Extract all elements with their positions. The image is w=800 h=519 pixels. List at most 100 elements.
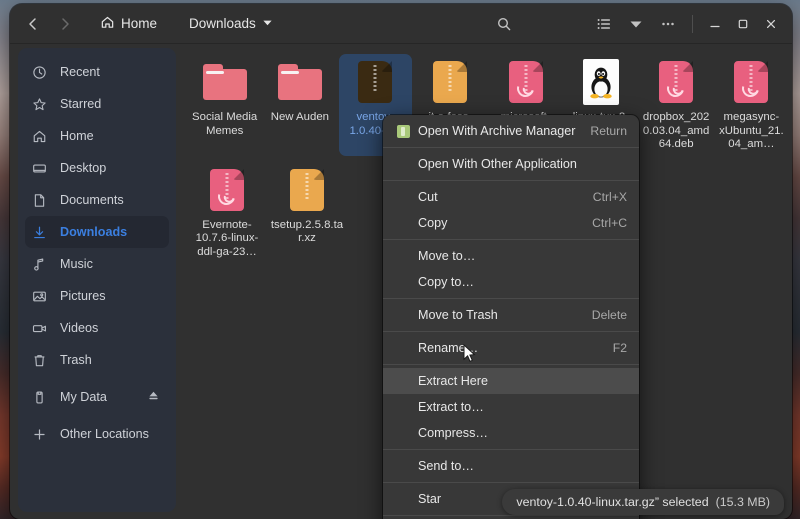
archive-icon [351, 58, 399, 106]
menu-item-label: Cut [418, 190, 438, 204]
menu-item-label: Open With Other Application [418, 157, 577, 171]
menu-item-label: Compress… [418, 426, 488, 440]
sidebar-item-trash[interactable]: Trash [25, 344, 169, 376]
ellipsis-menu-icon[interactable] [653, 10, 683, 38]
sidebar-label: My Data [60, 390, 107, 404]
menu-item-label: Open With Archive Manager [418, 124, 576, 138]
close-button[interactable] [758, 11, 784, 37]
menu-item-compress[interactable]: Compress… [383, 420, 639, 446]
sidebar-item-home[interactable]: Home [25, 120, 169, 152]
search-icon[interactable] [489, 10, 519, 38]
menu-separator [383, 298, 639, 299]
video-icon [32, 321, 54, 336]
document-icon [32, 193, 54, 208]
menu-item-move-to[interactable]: Move to… [383, 243, 639, 269]
breadcrumb-home[interactable]: Home [92, 10, 165, 38]
sidebar-item-other-locations[interactable]: Other Locations [25, 418, 169, 450]
status-bar: ventoy-1.0.40-linux.tar.gz” selected (15… [502, 489, 784, 515]
header-actions [589, 10, 792, 38]
menu-item-label: Extract to… [418, 400, 484, 414]
debian-package-icon [727, 58, 775, 106]
menu-item-copy-to[interactable]: Copy to… [383, 269, 639, 295]
sidebar-item-downloads[interactable]: Downloads [25, 216, 169, 248]
folder-icon [201, 58, 249, 106]
sidebar-label: Trash [60, 353, 92, 367]
desktop-icon [32, 161, 54, 176]
menu-separator [383, 482, 639, 483]
sidebar-label: Documents [60, 193, 124, 207]
menu-separator [383, 239, 639, 240]
sidebar-label: Starred [60, 97, 102, 111]
archive-icon [426, 58, 474, 106]
breadcrumb-current-label: Downloads [189, 16, 256, 31]
chevron-down-icon [262, 16, 273, 31]
forward-button[interactable] [50, 10, 80, 38]
sidebar-item-recent[interactable]: Recent [25, 56, 169, 88]
file-item-deb-package[interactable]: megasync-xUbuntu_21.04_am… [715, 54, 788, 156]
tux-image-icon [577, 58, 625, 106]
file-name: Social Media Memes [192, 111, 258, 137]
minimize-button[interactable] [702, 11, 728, 37]
download-icon [32, 225, 54, 240]
menu-item-extract-to[interactable]: Extract to… [383, 394, 639, 420]
maximize-button[interactable] [730, 11, 756, 37]
context-menu: Open With Archive Manager Return Open Wi… [383, 115, 639, 519]
image-icon [32, 289, 54, 304]
folder-icon [276, 58, 324, 106]
menu-item-label: Move to… [418, 249, 476, 263]
sidebar-item-starred[interactable]: Starred [25, 88, 169, 120]
sidebar-item-my-data[interactable]: My Data [25, 381, 169, 413]
file-name: megasync-xUbuntu_21.04_am… [719, 111, 784, 150]
back-button[interactable] [18, 10, 48, 38]
menu-separator [383, 331, 639, 332]
debian-package-icon [652, 58, 700, 106]
sidebar-label: Other Locations [60, 427, 149, 441]
list-view-icon[interactable] [589, 10, 619, 38]
sidebar-item-documents[interactable]: Documents [25, 184, 169, 216]
status-size-text: (15.3 MB) [715, 495, 770, 509]
menu-item-cut[interactable]: Cut Ctrl+X [383, 184, 639, 210]
sidebar-label: Recent [60, 65, 100, 79]
file-item-folder[interactable]: New Auden [263, 54, 336, 156]
home-icon [32, 129, 54, 144]
header-divider [692, 14, 693, 33]
trash-icon [32, 353, 54, 368]
music-icon [32, 257, 54, 272]
sidebar-item-pictures[interactable]: Pictures [25, 280, 169, 312]
file-item-archive[interactable]: tsetup.2.5.8.tar.xz [268, 162, 346, 264]
sidebar-label: Videos [60, 321, 99, 335]
drive-icon [32, 390, 54, 405]
menu-separator [383, 515, 639, 516]
menu-item-label: Copy to… [418, 275, 474, 289]
menu-item-accel: F2 [612, 341, 627, 355]
menu-item-rename[interactable]: Rename… F2 [383, 335, 639, 361]
file-item-deb-package[interactable]: dropbox_2020.03.04_amd64.deb [640, 54, 713, 156]
file-item-folder[interactable]: Social Media Memes [188, 54, 261, 156]
file-name: dropbox_2020.03.04_amd64.deb [642, 111, 710, 150]
breadcrumb-current-folder[interactable]: Downloads [181, 10, 281, 38]
menu-item-accel: Ctrl+X [592, 190, 627, 204]
menu-item-extract-here[interactable]: Extract Here [383, 368, 639, 394]
menu-item-open-with-archive-manager[interactable]: Open With Archive Manager Return [383, 118, 639, 144]
sort-dropdown-icon[interactable] [621, 10, 651, 38]
sidebar-item-music[interactable]: Music [25, 248, 169, 280]
menu-separator [383, 449, 639, 450]
sidebar-label: Desktop [60, 161, 107, 175]
eject-icon[interactable] [147, 389, 160, 405]
menu-separator [383, 364, 639, 365]
navigation-controls: Home Downloads [10, 10, 281, 38]
plus-icon [32, 427, 54, 442]
sidebar-item-videos[interactable]: Videos [25, 312, 169, 344]
menu-item-copy[interactable]: Copy Ctrl+C [383, 210, 639, 236]
file-name: tsetup.2.5.8.tar.xz [270, 218, 344, 245]
file-item-deb-package[interactable]: Evernote-10.7.6-linux-ddl-ga-23… [188, 162, 266, 264]
menu-item-open-with-other-application[interactable]: Open With Other Application [383, 151, 639, 177]
file-manager-window: Home Downloads Recent Starred Home Deskt… [10, 4, 792, 519]
menu-item-label: Extract Here [418, 374, 488, 388]
file-name: New Auden [270, 111, 329, 123]
menu-item-send-to[interactable]: Send to… [383, 453, 639, 479]
menu-item-accel: Ctrl+C [592, 216, 627, 230]
menu-item-move-to-trash[interactable]: Move to Trash Delete [383, 302, 639, 328]
status-selection-text: ventoy-1.0.40-linux.tar.gz” selected [516, 495, 709, 509]
sidebar-item-desktop[interactable]: Desktop [25, 152, 169, 184]
